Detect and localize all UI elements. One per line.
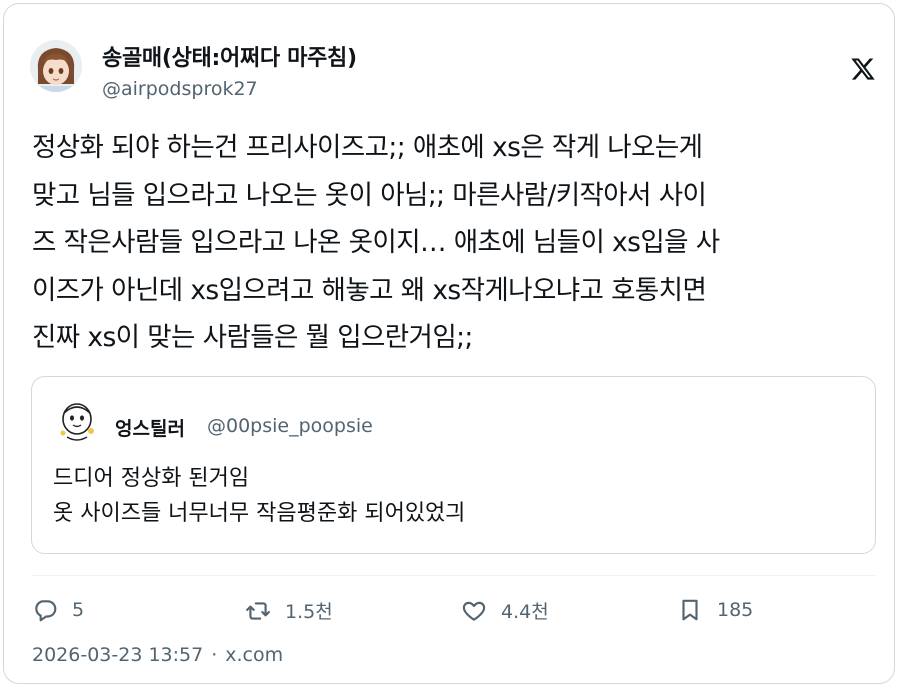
quoted-author-name[interactable]: 엉스틸러 <box>115 414 185 441</box>
author-display-name[interactable]: 송골매(상태:어쩌다 마주침) <box>102 40 357 72</box>
quoted-tweet-text: 드디어 정상화 된거임 옷 사이즈들 너무너무 작음평준화 되어있었긔 <box>53 466 466 526</box>
quoted-author-handle[interactable]: @00psie_poopsie <box>207 415 373 437</box>
tweet-card: 송골매(상태:어쩌다 마주침) @airpodsprok27 정상화 되야 하는… <box>3 3 895 684</box>
like-button[interactable]: 4.4천 <box>461 597 549 624</box>
bookmark-icon <box>682 599 698 621</box>
footer-separator: · <box>211 644 218 666</box>
x-logo-icon[interactable] <box>850 56 876 82</box>
tweet-timestamp[interactable]: 2026-03-23 13:57 <box>32 644 203 666</box>
like-count: 4.4천 <box>501 601 549 623</box>
quoted-author-avatar[interactable] <box>53 397 101 445</box>
author-avatar[interactable] <box>30 40 82 92</box>
retweet-count: 1.5천 <box>285 601 333 623</box>
reply-button[interactable]: 5 <box>32 597 84 623</box>
anime-avatar-icon <box>30 40 82 92</box>
retweet-button[interactable]: 1.5천 <box>245 597 333 624</box>
cartoon-avatar-icon <box>53 397 101 445</box>
author-handle[interactable]: @airpodsprok27 <box>102 78 258 100</box>
bookmark-button[interactable]: 185 <box>677 597 753 623</box>
divider <box>31 575 876 576</box>
tweet-footer: 2026-03-23 13:57 · x.com <box>32 644 283 666</box>
heart-icon <box>462 601 486 621</box>
tweet-text: 정상화 되야 하는건 프리사이즈고;; 애초에 xs은 작게 나오는게 맞고 님… <box>32 132 720 353</box>
reply-icon <box>35 600 57 622</box>
tweet-source[interactable]: x.com <box>225 644 283 666</box>
quoted-tweet[interactable]: 엉스틸러 @00psie_poopsie 드디어 정상화 된거임 옷 사이즈들 … <box>31 376 876 554</box>
bookmark-count: 185 <box>717 599 754 621</box>
retweet-icon <box>246 601 270 620</box>
reply-count: 5 <box>72 599 85 621</box>
